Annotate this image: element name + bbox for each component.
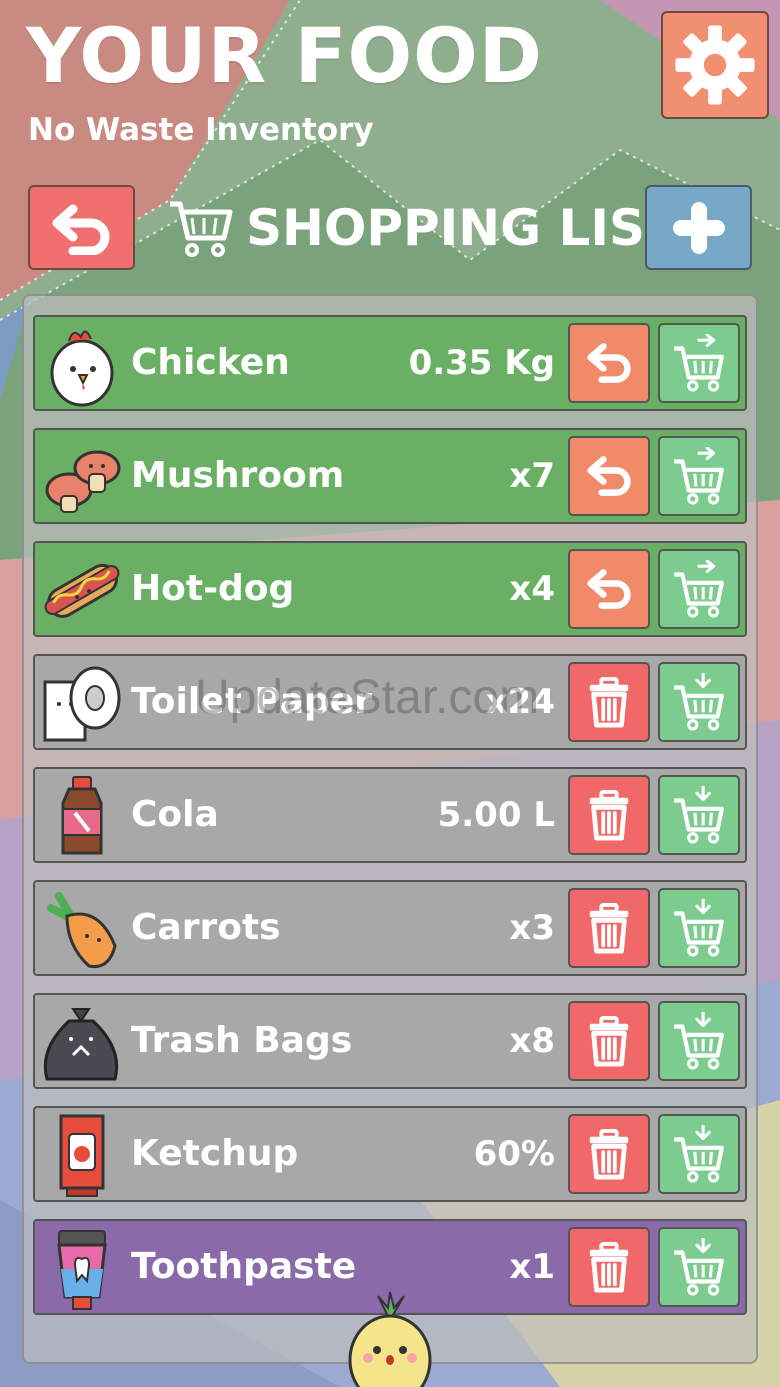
cola-bottle-icon bbox=[61, 776, 103, 855]
remove-from-cart-button[interactable] bbox=[658, 436, 740, 516]
item-quantity: 0.35 Kg bbox=[408, 343, 555, 383]
item-name: Ketchup bbox=[131, 1133, 299, 1174]
cart-in-icon bbox=[671, 899, 727, 957]
remove-from-cart-button[interactable] bbox=[658, 549, 740, 629]
delete-button[interactable] bbox=[568, 662, 650, 742]
pineapple-mascot-icon bbox=[348, 1291, 432, 1387]
cart-out-icon bbox=[671, 334, 727, 392]
toothpaste-icon bbox=[57, 1230, 107, 1310]
gear-icon bbox=[675, 25, 755, 105]
add-to-cart-button[interactable] bbox=[658, 662, 740, 742]
item-name: Mushroom bbox=[131, 455, 345, 496]
cart-out-icon bbox=[671, 447, 727, 505]
add-to-cart-button[interactable] bbox=[658, 1114, 740, 1194]
ketchup-icon bbox=[59, 1114, 105, 1197]
list-item[interactable]: Cola 5.00 L bbox=[33, 767, 747, 863]
remove-from-cart-button[interactable] bbox=[658, 323, 740, 403]
trash-icon bbox=[584, 1239, 634, 1295]
cart-out-icon bbox=[671, 560, 727, 618]
undo-button[interactable] bbox=[568, 323, 650, 403]
undo-icon bbox=[585, 337, 633, 389]
item-name: Chicken bbox=[131, 342, 290, 383]
carrot-icon bbox=[47, 892, 117, 969]
item-name: Trash Bags bbox=[131, 1020, 353, 1061]
item-quantity: x8 bbox=[509, 1021, 555, 1061]
add-to-cart-button[interactable] bbox=[658, 1227, 740, 1307]
undo-button[interactable] bbox=[568, 436, 650, 516]
add-to-cart-button[interactable] bbox=[658, 1001, 740, 1081]
shopping-list-title: SHOPPING LIST bbox=[246, 199, 680, 257]
item-quantity: 60% bbox=[473, 1134, 555, 1174]
item-name: Carrots bbox=[131, 907, 281, 948]
cart-in-icon bbox=[671, 1125, 727, 1183]
back-button[interactable] bbox=[28, 185, 135, 270]
shopping-list-heading: SHOPPING LIST bbox=[168, 192, 679, 264]
item-name: Hot-dog bbox=[131, 568, 295, 609]
toilet-paper-icon bbox=[43, 666, 121, 742]
cart-in-icon bbox=[671, 786, 727, 844]
chicken-icon bbox=[50, 330, 114, 407]
delete-button[interactable] bbox=[568, 1114, 650, 1194]
item-quantity: x1 bbox=[509, 1247, 555, 1287]
settings-button[interactable] bbox=[661, 11, 769, 119]
item-quantity: 5.00 L bbox=[437, 795, 555, 835]
undo-button[interactable] bbox=[568, 549, 650, 629]
trash-icon bbox=[584, 787, 634, 843]
item-name: Toothpaste bbox=[131, 1246, 357, 1287]
trash-bag-icon bbox=[43, 1008, 119, 1081]
trash-icon bbox=[584, 1126, 634, 1182]
trash-icon bbox=[584, 1013, 634, 1069]
list-item[interactable]: Carrots x3 bbox=[33, 880, 747, 976]
item-quantity: x4 bbox=[509, 569, 555, 609]
app-title: YOUR FOOD bbox=[26, 11, 543, 100]
add-item-button[interactable] bbox=[645, 185, 752, 270]
cart-in-icon bbox=[671, 673, 727, 731]
app-subtitle: No Waste Inventory bbox=[28, 112, 374, 148]
plus-icon bbox=[672, 201, 725, 254]
list-item[interactable]: Ketchup 60% bbox=[33, 1106, 747, 1202]
item-quantity: x7 bbox=[509, 456, 555, 496]
delete-button[interactable] bbox=[568, 888, 650, 968]
add-to-cart-button[interactable] bbox=[658, 775, 740, 855]
list-item[interactable]: Trash Bags x8 bbox=[33, 993, 747, 1089]
trash-icon bbox=[584, 900, 634, 956]
hotdog-icon bbox=[44, 563, 120, 618]
undo-icon bbox=[52, 204, 109, 255]
mushroom-icon bbox=[45, 450, 121, 513]
item-name: Cola bbox=[131, 794, 219, 835]
add-to-cart-button[interactable] bbox=[658, 888, 740, 968]
watermark: UpdateStar.com bbox=[195, 671, 540, 724]
list-item[interactable]: Mushroom x7 bbox=[33, 428, 747, 524]
delete-button[interactable] bbox=[568, 1227, 650, 1307]
delete-button[interactable] bbox=[568, 775, 650, 855]
cart-icon bbox=[170, 201, 233, 257]
undo-icon bbox=[585, 563, 633, 615]
list-item[interactable]: Chicken 0.35 Kg bbox=[33, 315, 747, 411]
item-quantity: x3 bbox=[509, 908, 555, 948]
trash-icon bbox=[584, 674, 634, 730]
undo-icon bbox=[585, 450, 633, 502]
cart-in-icon bbox=[671, 1238, 727, 1296]
delete-button[interactable] bbox=[568, 1001, 650, 1081]
cart-in-icon bbox=[671, 1012, 727, 1070]
list-item[interactable]: Hot-dog x4 bbox=[33, 541, 747, 637]
